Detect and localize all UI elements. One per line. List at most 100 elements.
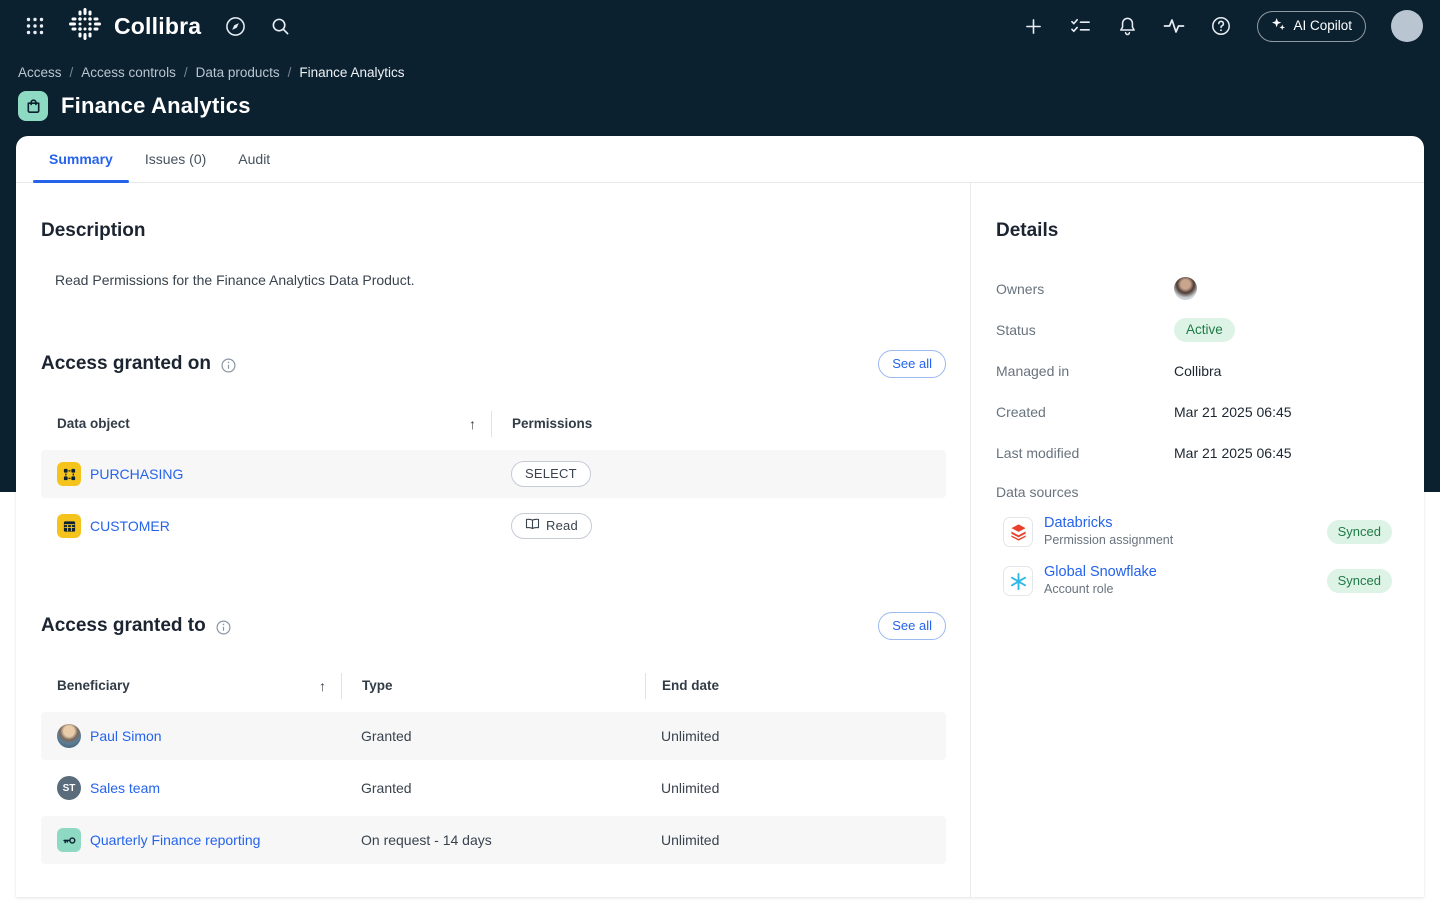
info-icon[interactable] — [216, 620, 231, 635]
owners-label: Owners — [996, 281, 1174, 297]
compass-browse-icon[interactable] — [224, 15, 246, 37]
data-source-subtitle: Account role — [1044, 582, 1113, 596]
column-header-beneficiary: Beneficiary — [57, 678, 130, 693]
breadcrumb-link-access-controls[interactable]: Access controls — [81, 65, 176, 80]
ai-copilot-label: AI Copilot — [1293, 18, 1352, 33]
type-value: On request - 14 days — [341, 832, 645, 848]
detail-row-status: Status Active — [996, 309, 1392, 350]
breadcrumb-separator: / — [184, 65, 188, 80]
snowflake-icon — [1003, 566, 1033, 596]
data-source-global-snowflake: Global Snowflake Account role Synced — [1003, 564, 1392, 598]
tab-audit[interactable]: Audit — [222, 136, 286, 182]
access-granted-on-table: Data object ↑ Permissions — [41, 401, 946, 550]
details-heading: Details — [996, 220, 1392, 242]
access-granted-to-heading: Access granted to — [41, 615, 206, 637]
schema-icon — [57, 462, 81, 486]
access-granted-to-table: Beneficiary ↑ Type End date — [41, 663, 946, 864]
table-asset-icon — [57, 514, 81, 538]
detail-row-managed-in: Managed in Collibra — [996, 350, 1392, 391]
detail-row-owners: Owners — [996, 268, 1392, 309]
notifications-bell-icon[interactable] — [1116, 15, 1138, 37]
group-avatar: ST — [57, 776, 81, 800]
brand-name: Collibra — [114, 13, 201, 40]
help-icon[interactable] — [1210, 15, 1232, 37]
permission-pill: SELECT — [511, 461, 591, 487]
managed-in-value: Collibra — [1174, 363, 1221, 379]
access-granted-on-heading: Access granted on — [41, 353, 211, 375]
data-source-subtitle: Permission assignment — [1044, 533, 1173, 547]
column-header-type: Type — [362, 678, 393, 693]
column-header-end-date: End date — [662, 678, 719, 693]
main-column: Description Read Permissions for the Fin… — [16, 183, 970, 897]
synced-badge: Synced — [1327, 569, 1392, 593]
last-modified-value: Mar 21 2025 06:45 — [1174, 445, 1292, 461]
app-switcher-grid-icon[interactable] — [24, 15, 46, 37]
data-source-link[interactable]: Global Snowflake — [1044, 564, 1157, 580]
permission-label: Read — [546, 518, 578, 533]
sparkle-icon — [1271, 17, 1286, 35]
table-row-sales-team[interactable]: ST Sales team Granted Unlimited — [41, 764, 946, 812]
data-object-link[interactable]: CUSTOMER — [90, 518, 170, 534]
access-key-icon — [57, 828, 81, 852]
breadcrumb-current: Finance Analytics — [299, 65, 404, 80]
breadcrumb-separator: / — [70, 65, 74, 80]
table-row-purchasing[interactable]: PURCHASING SELECT — [41, 450, 946, 498]
beneficiary-link[interactable]: Paul Simon — [90, 728, 162, 744]
type-value: Granted — [341, 780, 645, 796]
owner-avatar[interactable] — [1174, 277, 1197, 300]
search-icon[interactable] — [269, 15, 291, 37]
permission-label: SELECT — [525, 466, 577, 481]
ai-copilot-button[interactable]: AI Copilot — [1257, 11, 1366, 42]
managed-in-label: Managed in — [996, 363, 1174, 379]
info-icon[interactable] — [221, 358, 236, 373]
beneficiary-link[interactable]: Sales team — [90, 780, 160, 796]
page-header: Finance Analytics — [0, 80, 1440, 136]
breadcrumb: Access / Access controls / Data products… — [0, 52, 1440, 80]
see-all-button-granted-on[interactable]: See all — [878, 350, 946, 378]
created-value: Mar 21 2025 06:45 — [1174, 404, 1292, 420]
beneficiary-link[interactable]: Quarterly Finance reporting — [90, 832, 260, 848]
column-header-permissions: Permissions — [512, 416, 592, 431]
detail-row-created: Created Mar 21 2025 06:45 — [996, 391, 1392, 432]
status-badge: Active — [1174, 318, 1235, 342]
table-row-customer[interactable]: CUSTOMER Read — [41, 502, 946, 550]
sort-asc-icon[interactable]: ↑ — [469, 416, 491, 432]
content-card: Summary Issues (0) Audit Description Rea… — [16, 136, 1424, 897]
end-date-value: Unlimited — [645, 832, 946, 848]
see-all-button-granted-to[interactable]: See all — [878, 612, 946, 640]
table-row-paul-simon[interactable]: Paul Simon Granted Unlimited — [41, 712, 946, 760]
sort-asc-icon[interactable]: ↑ — [319, 678, 341, 694]
column-header-data-object: Data object — [57, 416, 130, 431]
tab-bar: Summary Issues (0) Audit — [16, 136, 1424, 183]
page-title: Finance Analytics — [61, 93, 251, 119]
details-panel: Details Owners Status Active Managed in … — [970, 183, 1424, 897]
data-source-databricks: Databricks Permission assignment Synced — [1003, 515, 1392, 549]
tab-issues[interactable]: Issues (0) — [129, 136, 222, 182]
end-date-value: Unlimited — [645, 728, 946, 744]
top-navigation-bar: Collibra — [0, 0, 1440, 52]
data-product-bag-icon — [18, 91, 48, 121]
data-object-link[interactable]: PURCHASING — [90, 466, 183, 482]
created-label: Created — [996, 404, 1174, 420]
type-value: Granted — [341, 728, 645, 744]
permission-pill: Read — [511, 513, 592, 539]
table-row-quarterly-finance[interactable]: Quarterly Finance reporting On request -… — [41, 816, 946, 864]
add-plus-icon[interactable] — [1022, 15, 1044, 37]
end-date-value: Unlimited — [645, 780, 946, 796]
tab-summary[interactable]: Summary — [33, 136, 129, 182]
user-avatar[interactable] — [1391, 10, 1423, 42]
description-text: Read Permissions for the Finance Analyti… — [55, 272, 946, 288]
breadcrumb-link-access[interactable]: Access — [18, 65, 62, 80]
status-label: Status — [996, 322, 1174, 338]
collibra-logo[interactable]: Collibra — [67, 6, 201, 47]
tasks-checklist-icon[interactable] — [1069, 15, 1091, 37]
databricks-icon — [1003, 517, 1033, 547]
beneficiary-avatar — [57, 724, 81, 748]
breadcrumb-separator: / — [288, 65, 292, 80]
detail-row-last-modified: Last modified Mar 21 2025 06:45 — [996, 432, 1392, 473]
activity-pulse-icon[interactable] — [1163, 15, 1185, 37]
read-book-icon — [525, 518, 540, 533]
description-heading: Description — [41, 220, 946, 242]
breadcrumb-link-data-products[interactable]: Data products — [196, 65, 280, 80]
data-source-link[interactable]: Databricks — [1044, 515, 1173, 531]
